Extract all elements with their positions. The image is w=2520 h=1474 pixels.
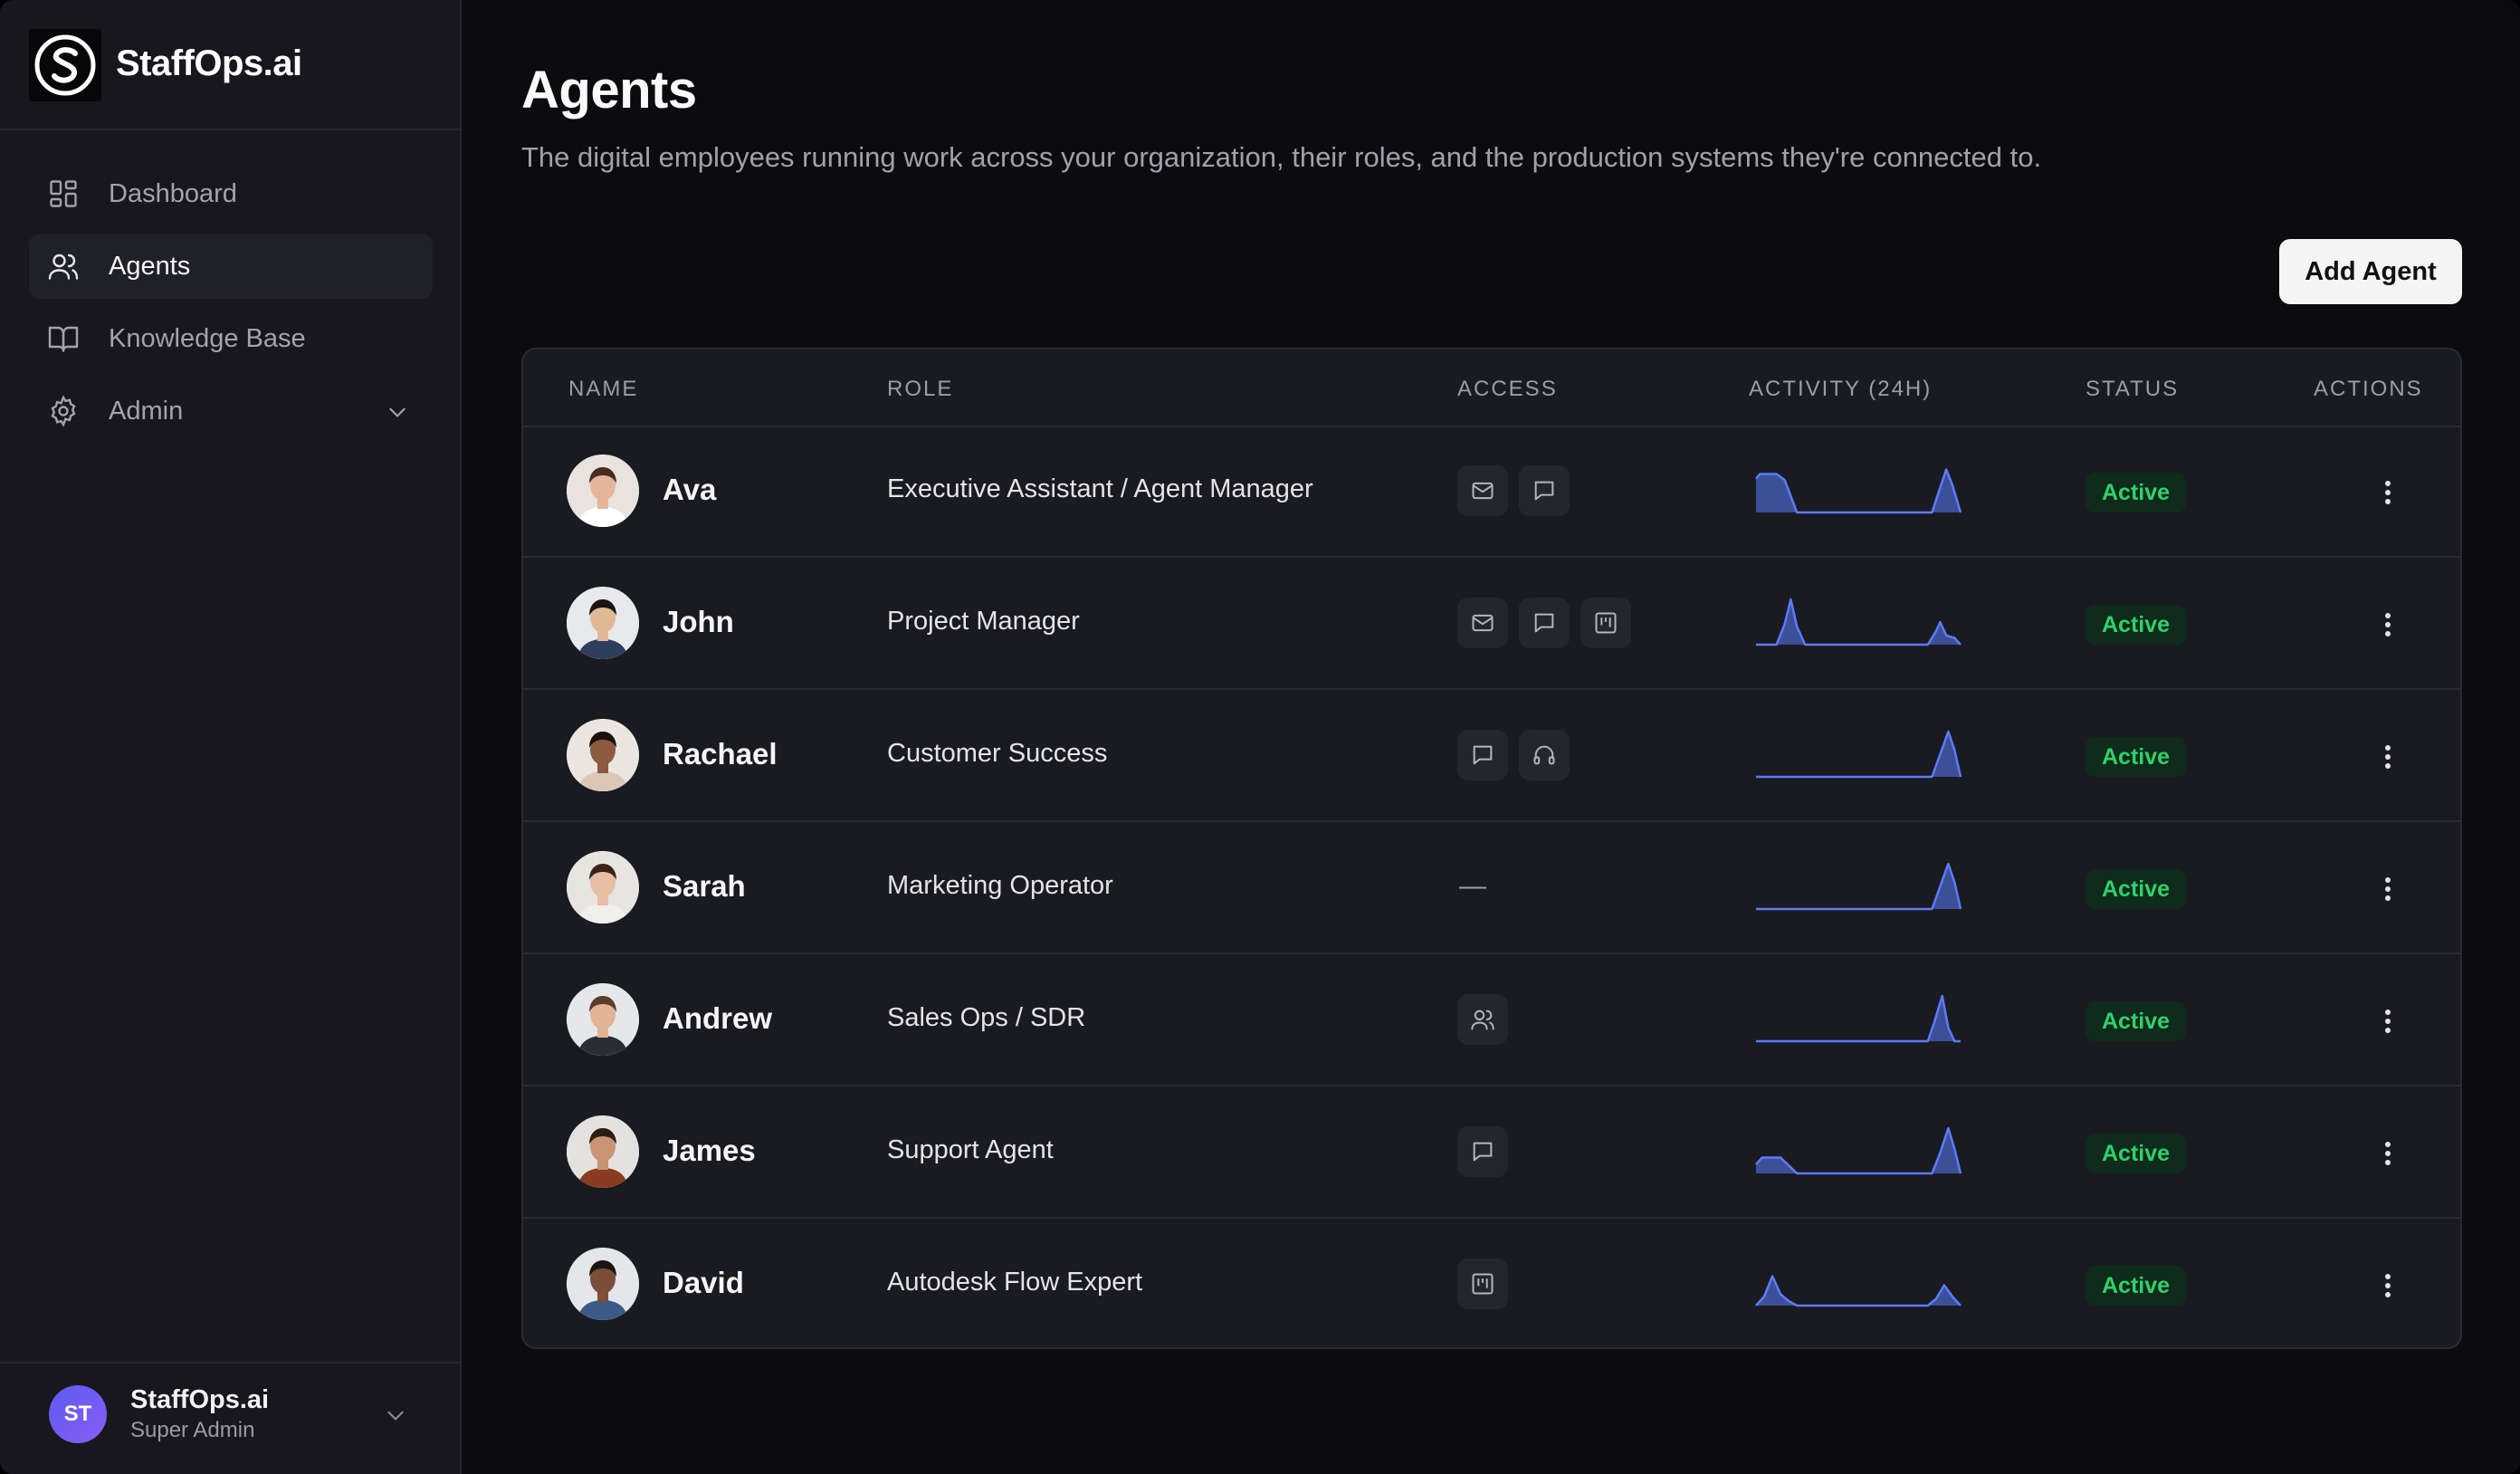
avatar: [567, 1248, 639, 1320]
mail-icon[interactable]: [1457, 465, 1508, 516]
status-badge: Active: [2086, 1134, 2187, 1173]
avatar: [567, 851, 639, 924]
activity-sparkline: [1754, 726, 1962, 782]
sidebar-item-label: Knowledge Base: [109, 324, 306, 353]
more-actions-icon[interactable]: [2372, 1268, 2404, 1304]
avatar: [567, 1115, 639, 1188]
status-badge: Active: [2086, 1001, 2187, 1041]
page-title: Agents: [521, 61, 697, 120]
headset-icon[interactable]: [1519, 730, 1570, 780]
activity-sparkline: [1754, 462, 1962, 518]
status-badge: Active: [2086, 473, 2187, 512]
table-row[interactable]: David Autodesk Flow Expert Active: [523, 1219, 2460, 1347]
add-agent-button[interactable]: Add Agent: [2279, 239, 2462, 304]
kanban-icon[interactable]: [1580, 598, 1631, 648]
table-row[interactable]: Andrew Sales Ops / SDR Active: [523, 954, 2460, 1086]
brand-header: StaffOps.ai: [0, 0, 460, 130]
more-actions-icon[interactable]: [2372, 474, 2404, 511]
more-actions-icon[interactable]: [2372, 1003, 2404, 1039]
agent-name[interactable]: James: [663, 1134, 756, 1168]
table-row[interactable]: James Support Agent Active: [523, 1086, 2460, 1219]
activity-sparkline: [1754, 594, 1962, 650]
status-badge: Active: [2086, 1266, 2187, 1306]
avatar: ST: [49, 1385, 107, 1443]
gear-icon: [51, 395, 76, 427]
agent-name[interactable]: Sarah: [663, 869, 746, 904]
book-icon: [48, 326, 79, 352]
staffops-logo-icon[interactable]: [29, 29, 101, 101]
more-actions-icon[interactable]: [2372, 607, 2404, 643]
access-empty: —: [1459, 871, 1486, 901]
column-header-actions: ACTIONS: [2314, 377, 2423, 401]
column-header-name[interactable]: NAME: [568, 377, 638, 402]
agent-role: Project Manager: [887, 607, 1080, 636]
column-header-role[interactable]: ROLE: [887, 377, 953, 402]
chat-icon[interactable]: [1519, 465, 1570, 516]
page-subtitle: The digital employees running work acros…: [521, 141, 2042, 173]
users-icon[interactable]: [1457, 994, 1508, 1045]
sidebar-item-label: Dashboard: [109, 179, 237, 208]
activity-sparkline: [1754, 991, 1962, 1047]
user-role: Super Admin: [130, 1418, 255, 1442]
agent-name[interactable]: Rachael: [663, 737, 778, 771]
status-badge: Active: [2086, 869, 2187, 909]
chat-icon[interactable]: [1457, 730, 1508, 780]
column-header-access[interactable]: ACCESS: [1457, 377, 1558, 402]
agent-name[interactable]: Ava: [663, 473, 716, 507]
column-header-activity[interactable]: ACTIVITY (24H): [1749, 377, 1932, 402]
agent-name[interactable]: John: [663, 605, 734, 639]
status-badge: Active: [2086, 737, 2187, 777]
sidebar-item-agents[interactable]: Agents: [29, 234, 433, 299]
chat-icon[interactable]: [1519, 598, 1570, 648]
table-header: NAME ROLE ACCESS ACTIVITY (24H) STATUS A…: [523, 349, 2460, 427]
table-row[interactable]: John Project Manager Active: [523, 558, 2460, 690]
sidebar-item-admin[interactable]: Admin: [29, 378, 433, 444]
table-row[interactable]: Sarah Marketing Operator — Active: [523, 822, 2460, 954]
more-actions-icon[interactable]: [2372, 1135, 2404, 1172]
chevron-down-icon[interactable]: [384, 1403, 407, 1427]
agent-role: Autodesk Flow Expert: [887, 1268, 1143, 1297]
sidebar-item-knowledge-base[interactable]: Knowledge Base: [29, 306, 433, 371]
agent-role: Executive Assistant / Agent Manager: [887, 474, 1313, 503]
sidebar: StaffOps.ai Dashboard Agents Knowledge B…: [0, 0, 462, 1474]
more-actions-icon[interactable]: [2372, 739, 2404, 775]
avatar: [567, 983, 639, 1056]
activity-sparkline: [1754, 1123, 1962, 1179]
avatar: [567, 719, 639, 791]
sidebar-item-label: Agents: [109, 252, 191, 281]
dashboard-icon: [50, 180, 77, 207]
chevron-down-icon[interactable]: [386, 400, 409, 424]
app-window: StaffOps.ai Dashboard Agents Knowledge B…: [0, 0, 2520, 1474]
brand-name: StaffOps.ai: [116, 43, 302, 83]
sidebar-item-label: Admin: [109, 397, 184, 426]
user-name: StaffOps.ai: [130, 1385, 270, 1414]
avatar: [567, 455, 639, 527]
sidebar-item-dashboard[interactable]: Dashboard: [29, 161, 433, 226]
activity-sparkline: [1754, 1255, 1962, 1311]
table-row[interactable]: Rachael Customer Success Active: [523, 690, 2460, 822]
kanban-icon[interactable]: [1457, 1259, 1508, 1309]
table-row[interactable]: Ava Executive Assistant / Agent Manager Ac…: [523, 426, 2460, 558]
agent-role: Customer Success: [887, 739, 1108, 768]
agent-role: Sales Ops / SDR: [887, 1003, 1086, 1032]
chat-icon[interactable]: [1457, 1126, 1508, 1177]
agents-table: NAME ROLE ACCESS ACTIVITY (24H) STATUS A…: [521, 348, 2462, 1349]
agent-role: Marketing Operator: [887, 871, 1113, 900]
column-header-status[interactable]: STATUS: [2086, 377, 2179, 402]
activity-sparkline: [1754, 858, 1962, 914]
avatar: [567, 587, 639, 659]
more-actions-icon[interactable]: [2372, 871, 2404, 907]
agent-name[interactable]: David: [663, 1266, 744, 1300]
status-badge: Active: [2086, 605, 2187, 645]
agent-name[interactable]: Andrew: [663, 1001, 772, 1036]
users-icon: [48, 254, 79, 280]
mail-icon[interactable]: [1457, 598, 1508, 648]
user-menu[interactable]: ST StaffOps.ai Super Admin: [0, 1362, 460, 1474]
agent-role: Support Agent: [887, 1135, 1054, 1164]
